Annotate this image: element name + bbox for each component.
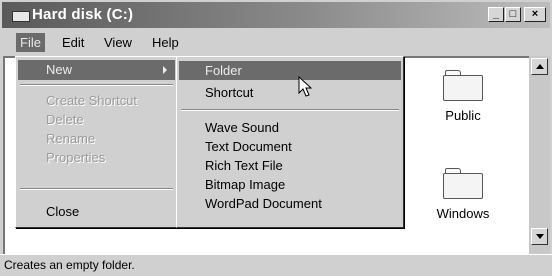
folder-label: Public — [445, 108, 481, 123]
submenu-item-text-document[interactable]: Text Document — [179, 137, 401, 156]
restore-button[interactable]: □ — [505, 7, 521, 22]
file-menu-dropdown: New Create Shortcut Delete Rename Proper… — [15, 56, 178, 228]
arrow-up-icon — [536, 64, 544, 69]
submenu-item-rich-text-file[interactable]: Rich Text File — [179, 156, 401, 175]
window-title: Hard disk (C:) — [32, 6, 134, 23]
submenu-arrow-icon — [163, 66, 167, 74]
submenu-item-wave-sound[interactable]: Wave Sound — [179, 118, 401, 137]
menu-help[interactable]: Help — [148, 33, 183, 52]
explorer-window: Hard disk (C:) _ □ × File Edit View Help… — [0, 0, 552, 276]
menu-item-properties[interactable]: Properties — [18, 148, 175, 168]
menu-edit[interactable]: Edit — [58, 33, 88, 52]
new-submenu: Folder Shortcut Wave Sound Text Document… — [176, 56, 404, 228]
submenu-item-shortcut[interactable]: Shortcut — [179, 83, 401, 102]
scroll-down-button[interactable] — [531, 228, 548, 245]
menu-file[interactable]: File — [16, 33, 45, 52]
submenu-item-wordpad-document[interactable]: WordPad Document — [179, 194, 401, 213]
menu-bar: File Edit View Help — [2, 30, 550, 54]
menu-item-new[interactable]: New — [18, 60, 175, 80]
menu-separator — [20, 84, 173, 86]
mouse-cursor-icon — [298, 76, 313, 97]
folder-label: Windows — [436, 206, 490, 221]
folder-item-public[interactable]: Public — [423, 70, 503, 123]
scroll-up-button[interactable] — [531, 58, 548, 75]
title-bar[interactable]: Hard disk (C:) _ □ × — [2, 2, 550, 28]
submenu-item-folder[interactable]: Folder — [179, 61, 401, 80]
menu-separator — [181, 109, 399, 111]
menu-item-create-shortcut[interactable]: Create Shortcut — [18, 91, 175, 111]
folder-icon — [443, 70, 483, 101]
close-button[interactable]: × — [524, 7, 546, 22]
menu-view[interactable]: View — [100, 33, 136, 52]
minimize-button[interactable]: _ — [488, 7, 504, 22]
menu-item-label: New — [46, 62, 73, 77]
arrow-down-icon — [536, 234, 544, 239]
menu-item-rename[interactable]: Rename — [18, 129, 175, 149]
status-text: Creates an empty folder. — [4, 258, 135, 272]
folder-icon — [443, 168, 483, 199]
menu-item-delete[interactable]: Delete — [18, 110, 175, 130]
vertical-scrollbar[interactable] — [529, 56, 550, 254]
menu-separator — [20, 188, 173, 190]
folder-item-windows[interactable]: Windows — [423, 168, 503, 221]
drive-icon — [12, 11, 30, 22]
menu-item-close[interactable]: Close — [18, 202, 175, 222]
status-bar: Creates an empty folder. — [0, 254, 552, 276]
submenu-item-bitmap-image[interactable]: Bitmap Image — [179, 175, 401, 194]
